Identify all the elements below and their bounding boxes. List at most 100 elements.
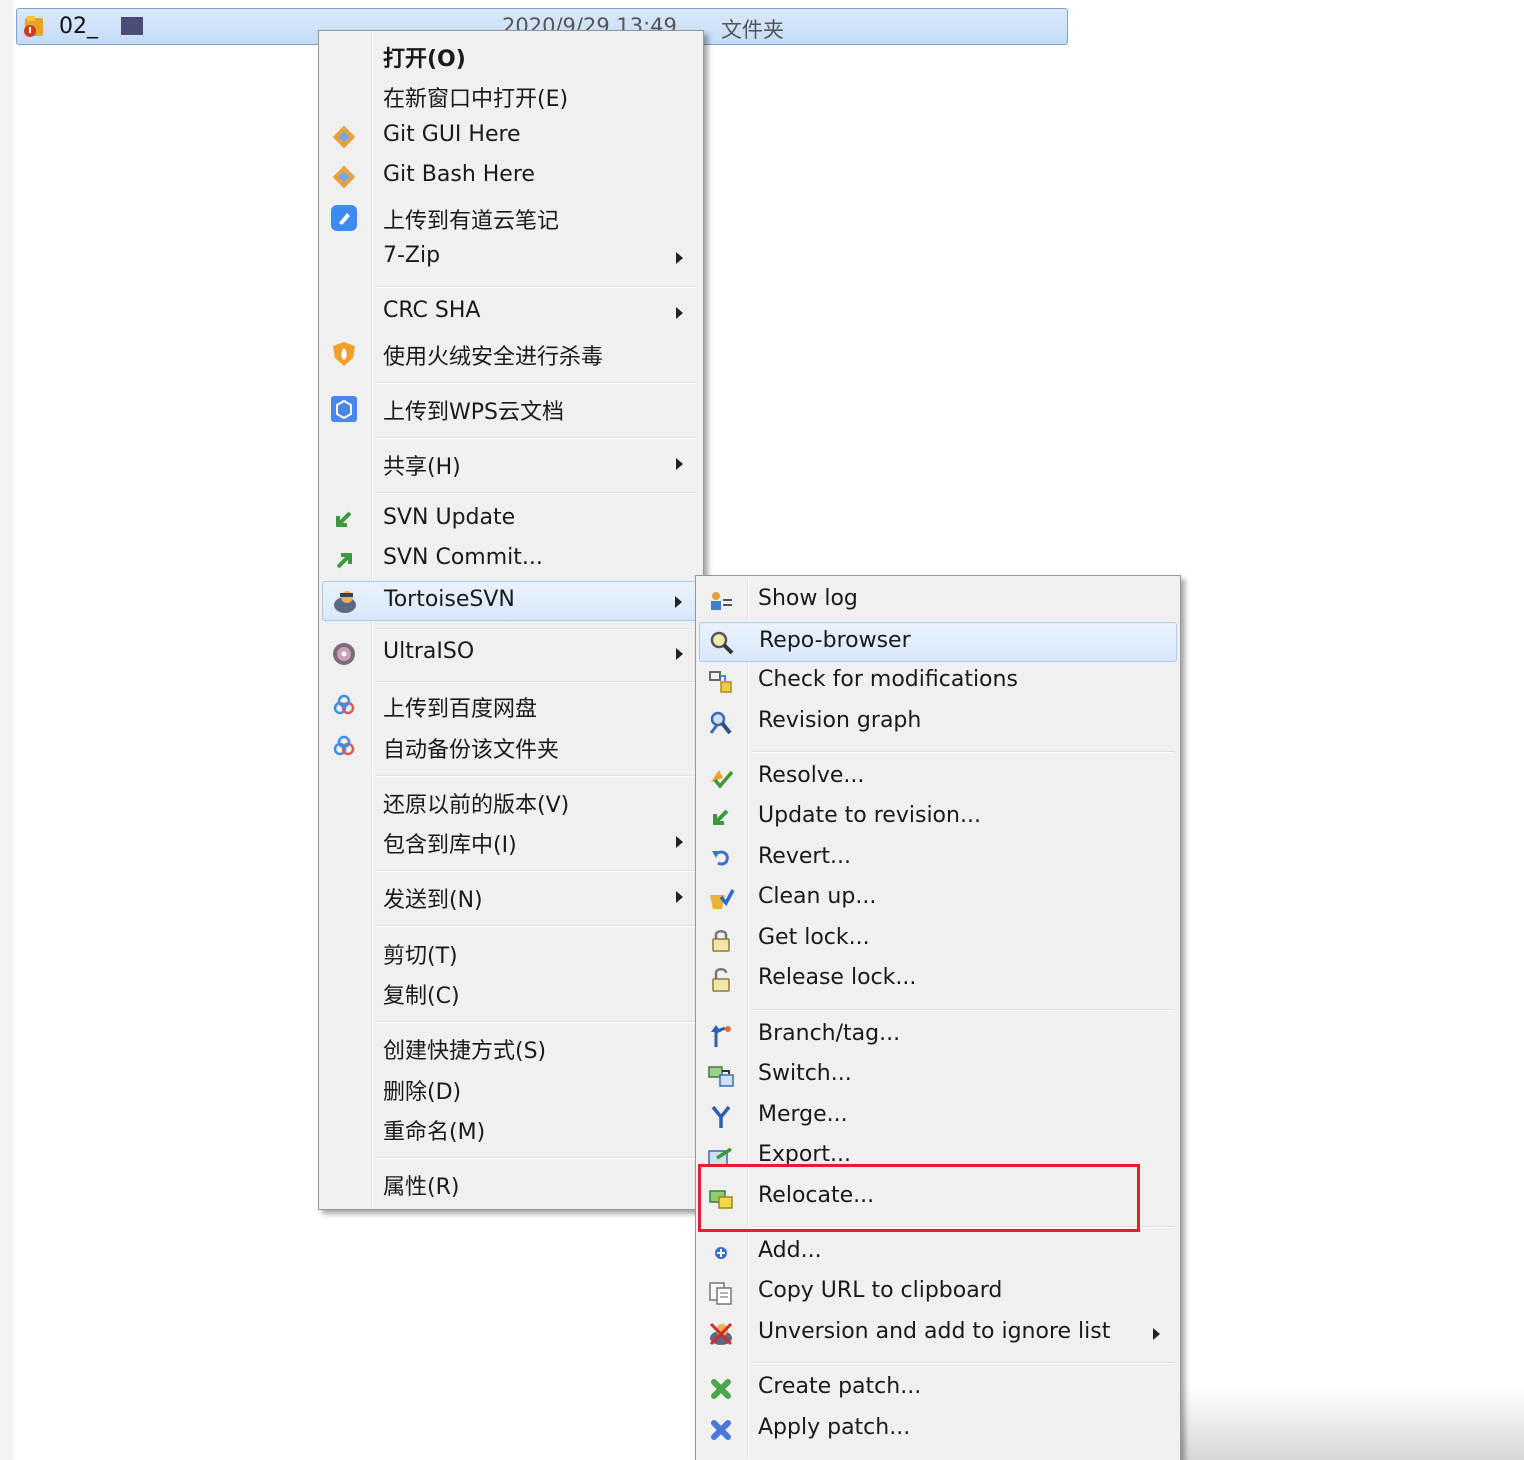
revision-graph-icon (709, 711, 732, 735)
submenu-arrow-icon (676, 891, 683, 903)
branch-tag-icon (711, 1025, 731, 1047)
submenu-item-resolve[interactable]: Resolve... (699, 758, 1177, 798)
menu-item-upload-baidu[interactable]: 上传到百度网盘 (322, 686, 700, 726)
create-patch-icon (711, 1379, 731, 1399)
menu-separator (752, 1362, 1174, 1364)
switch-icon (708, 1066, 734, 1087)
menu-item-properties[interactable]: 属性(R) (322, 1164, 700, 1204)
menu-item-open-new-window[interactable]: 在新窗口中打开(E) (322, 76, 700, 116)
submenu-arrow-icon (676, 648, 683, 660)
submenu-arrow-icon (676, 252, 683, 264)
svn-update-icon (336, 511, 352, 527)
baidu-netdisk-icon (333, 735, 355, 756)
submenu-item-unversion-ignore[interactable]: Unversion and add to ignore list (699, 1314, 1177, 1354)
context-menu: 打开(O) 在新窗口中打开(E) Git GUI Here Git Bash H… (318, 30, 704, 1210)
baidu-netdisk-icon (333, 694, 355, 715)
copy-url-icon (709, 1282, 732, 1305)
menu-item-share[interactable]: 共享(H) (322, 444, 700, 484)
youdao-note-icon (331, 205, 357, 231)
check-modifications-icon (709, 671, 732, 693)
menu-item-upload-wps[interactable]: 上传到WPS云文档 (322, 389, 700, 429)
wps-cloud-icon (331, 396, 357, 422)
locked-folder-icon (24, 16, 43, 37)
update-revision-icon (713, 809, 729, 825)
menu-item-crc-sha[interactable]: CRC SHA (322, 293, 700, 333)
submenu-arrow-icon (675, 596, 682, 608)
menu-separator (752, 751, 1174, 753)
menu-separator (375, 382, 697, 384)
menu-separator (375, 492, 697, 494)
redaction-mark (121, 17, 143, 35)
menu-item-auto-backup[interactable]: 自动备份该文件夹 (322, 727, 700, 767)
tortoisesvn-icon (334, 591, 356, 613)
highlight-annotation-box (698, 1164, 1140, 1232)
menu-item-huorong-scan[interactable]: 使用火绒安全进行杀毒 (322, 334, 700, 374)
menu-item-rename[interactable]: 重命名(M) (322, 1109, 700, 1149)
submenu-item-repo-browser[interactable]: Repo-browser (699, 622, 1177, 662)
git-icon (332, 125, 356, 149)
git-icon (332, 165, 356, 189)
menu-item-delete[interactable]: 删除(D) (322, 1069, 700, 1109)
repo-browser-icon (710, 631, 734, 655)
menu-item-git-bash[interactable]: Git Bash Here (322, 157, 700, 197)
menu-separator (375, 628, 697, 630)
menu-separator (375, 437, 697, 439)
menu-item-create-shortcut[interactable]: 创建快捷方式(S) (322, 1028, 700, 1068)
merge-icon (711, 1105, 731, 1128)
submenu-item-release-lock[interactable]: Release lock... (699, 960, 1177, 1000)
menu-item-git-gui[interactable]: Git GUI Here (322, 117, 700, 157)
menu-separator (375, 1157, 697, 1159)
unlock-icon (712, 968, 730, 992)
add-icon (715, 1247, 727, 1259)
tortoisesvn-submenu: Show log Repo-browser Check for modifica… (695, 575, 1181, 1460)
revert-icon (712, 850, 729, 866)
submenu-arrow-icon (676, 836, 683, 848)
submenu-arrow-icon (1153, 1328, 1160, 1340)
menu-separator (375, 681, 697, 683)
menu-separator (375, 870, 697, 872)
submenu-item-create-patch[interactable]: Create patch... (699, 1369, 1177, 1409)
menu-item-open[interactable]: 打开(O) (322, 36, 700, 76)
menu-separator (375, 286, 697, 288)
menu-separator (375, 925, 697, 927)
apply-patch-icon (711, 1420, 731, 1440)
menu-item-cut[interactable]: 剪切(T) (322, 933, 700, 973)
submenu-arrow-icon (676, 307, 683, 319)
submenu-item-update-to-revision[interactable]: Update to revision... (699, 798, 1177, 838)
submenu-item-switch[interactable]: Switch... (699, 1056, 1177, 1096)
huorong-shield-icon (333, 342, 355, 366)
submenu-item-revert[interactable]: Revert... (699, 839, 1177, 879)
submenu-item-revision-graph[interactable]: Revision graph (699, 703, 1177, 743)
submenu-item-add[interactable]: Add... (699, 1233, 1177, 1273)
submenu-item-merge[interactable]: Merge... (699, 1097, 1177, 1137)
submenu-item-apply-patch[interactable]: Apply patch... (699, 1410, 1177, 1450)
menu-item-7zip[interactable]: 7-Zip (322, 238, 700, 278)
submenu-arrow-icon (676, 458, 683, 470)
menu-separator (375, 775, 697, 777)
menu-item-restore-versions[interactable]: 还原以前的版本(V) (322, 782, 700, 822)
menu-item-upload-youdao[interactable]: 上传到有道云笔记 (322, 198, 700, 238)
menu-item-include-library[interactable]: 包含到库中(I) (322, 822, 700, 862)
show-log-icon (711, 592, 732, 610)
submenu-item-show-log[interactable]: Show log (699, 581, 1177, 621)
submenu-item-check-modifications[interactable]: Check for modifications (699, 662, 1177, 702)
submenu-item-get-lock[interactable]: Get lock... (699, 920, 1177, 960)
resolve-icon (711, 770, 734, 789)
unversion-ignore-icon (709, 1322, 733, 1346)
svn-commit-icon (336, 553, 352, 569)
submenu-item-clean-up[interactable]: Clean up... (699, 879, 1177, 919)
background-strip (0, 0, 14, 1460)
menu-separator (375, 1021, 697, 1023)
file-type: 文件夹 (721, 18, 784, 42)
lock-icon (712, 930, 730, 952)
menu-item-copy[interactable]: 复制(C) (322, 973, 700, 1013)
file-name: 02_ (59, 14, 98, 39)
menu-item-ultraiso[interactable]: UltraISO (322, 634, 700, 674)
menu-item-tortoisesvn[interactable]: TortoiseSVN (322, 581, 700, 621)
ultraiso-disc-icon (333, 643, 355, 665)
menu-item-send-to[interactable]: 发送到(N) (322, 877, 700, 917)
menu-item-svn-commit[interactable]: SVN Commit... (322, 540, 700, 580)
menu-item-svn-update[interactable]: SVN Update (322, 500, 700, 540)
submenu-item-branch-tag[interactable]: Branch/tag... (699, 1016, 1177, 1056)
submenu-item-copy-url[interactable]: Copy URL to clipboard (699, 1273, 1177, 1313)
